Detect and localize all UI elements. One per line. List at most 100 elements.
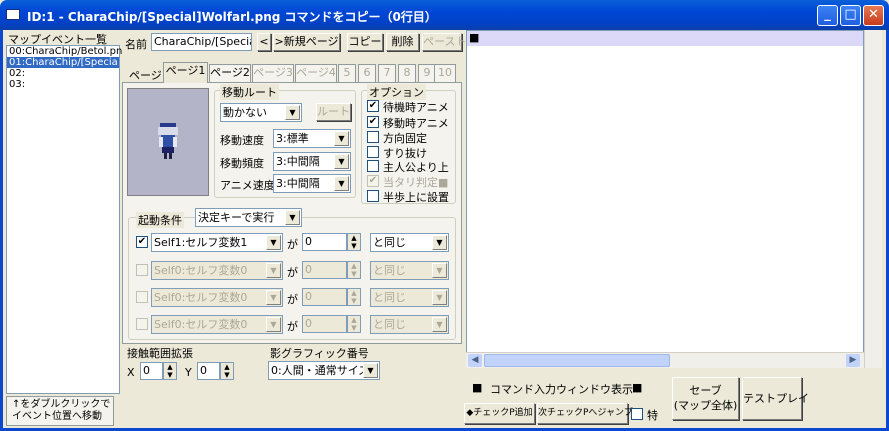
- anim-speed-select[interactable]: 3:中間隔 ▼: [273, 174, 351, 193]
- save-button[interactable]: セーブ (マップ全体): [672, 377, 739, 420]
- paste-page-button[interactable]: ペースト: [422, 33, 466, 51]
- chevron-down-icon: ▼: [334, 154, 349, 169]
- route-button[interactable]: ルート: [316, 103, 351, 121]
- name-label: 名前: [125, 38, 147, 51]
- condition-op-select-2[interactable]: と同じ ▼: [370, 288, 449, 307]
- move-freq-select[interactable]: 3:中間隔 ▼: [273, 152, 351, 171]
- tab-page-8[interactable]: 8: [398, 64, 416, 82]
- minimize-button[interactable]: _: [817, 5, 838, 26]
- spin-icon[interactable]: ▲ ▼: [347, 288, 361, 306]
- tab-page-6[interactable]: 6: [358, 64, 376, 82]
- name-input[interactable]: CharaChip/[Special]': [151, 33, 252, 51]
- event-list[interactable]: 00:CharaChip/Betol.pn 01:CharaChip/[Spec…: [6, 45, 122, 394]
- option-label-0: 待機時アニメ: [383, 101, 449, 114]
- event-item-0[interactable]: 00:CharaChip/Betol.pn: [7, 46, 122, 57]
- tab-page-5[interactable]: 5: [338, 64, 356, 82]
- chevron-down-icon: ▼: [432, 235, 447, 250]
- tab-page-1[interactable]: ページ1: [163, 62, 208, 83]
- chevron-down-icon: ▼: [432, 317, 447, 332]
- app-icon: [6, 9, 20, 20]
- save-button-line2: (マップ全体): [673, 399, 738, 412]
- options-title: オプション: [367, 84, 426, 100]
- tab-page-7[interactable]: 7: [378, 64, 396, 82]
- contact-y-label: Y: [185, 366, 192, 379]
- condition-var-1: Self0:セルフ変数0: [154, 264, 248, 277]
- contact-y-input[interactable]: 0: [197, 362, 220, 380]
- test-play-button[interactable]: テストプレイ: [742, 377, 809, 420]
- command-row-0[interactable]: ■: [467, 31, 863, 46]
- input-window-label[interactable]: コマンド入力ウィンドウ表示: [490, 381, 633, 397]
- condition-ga-3: が: [287, 320, 298, 333]
- condition-value-0[interactable]: 0: [302, 233, 347, 251]
- special-checkbox[interactable]: [631, 408, 643, 420]
- trigger-value: 決定キーで実行: [198, 211, 275, 224]
- chevron-down-icon: ▼: [266, 290, 281, 305]
- option-checkbox-1[interactable]: ✔: [367, 116, 379, 128]
- option-checkbox-0[interactable]: ✔: [367, 100, 379, 112]
- condition-value-1[interactable]: 0: [302, 261, 347, 279]
- copy-page-button[interactable]: コピー: [347, 33, 383, 51]
- option-label-6: 半歩上に設置: [383, 191, 449, 204]
- option-label-5: 当タリ判定■: [383, 176, 449, 189]
- tab-page-4[interactable]: ページ4: [295, 64, 337, 82]
- spin-icon[interactable]: ▲ ▼: [347, 233, 361, 251]
- condition-checkbox-3[interactable]: [136, 318, 148, 330]
- tab-page-3[interactable]: ページ3: [252, 64, 294, 82]
- tab-page-2[interactable]: ページ2: [209, 64, 251, 82]
- option-checkbox-2[interactable]: [367, 131, 379, 143]
- move-speed-select[interactable]: 3:標準 ▼: [273, 129, 351, 148]
- condition-op-select-0[interactable]: と同じ ▼: [370, 233, 449, 252]
- option-checkbox-5[interactable]: ✔: [367, 175, 379, 187]
- option-label-1: 移動時アニメ: [383, 117, 449, 130]
- condition-var-3: Self0:セルフ変数0: [154, 318, 248, 331]
- character-graphic[interactable]: [127, 88, 209, 196]
- option-checkbox-4[interactable]: [367, 160, 379, 172]
- chevron-down-icon: ▼: [285, 105, 300, 120]
- delete-page-button[interactable]: 削除: [386, 33, 419, 51]
- condition-checkbox-2[interactable]: [136, 291, 148, 303]
- event-item-1[interactable]: 01:CharaChip/[Specia: [7, 57, 119, 68]
- condition-var-select-3[interactable]: Self0:セルフ変数0 ▼: [151, 315, 283, 334]
- movement-type-select[interactable]: 動かない ▼: [220, 103, 302, 122]
- event-item-3[interactable]: 03:: [7, 79, 119, 90]
- command-list[interactable]: ■: [466, 30, 864, 368]
- condition-var-select-1[interactable]: Self0:セルフ変数0 ▼: [151, 261, 283, 280]
- condition-value-2[interactable]: 0: [302, 288, 347, 306]
- tab-page-10[interactable]: 10: [434, 64, 456, 82]
- special-label: 特: [647, 409, 658, 422]
- close-button[interactable]: ✕: [863, 5, 884, 26]
- add-check-point-button[interactable]: ◆チェックP追加: [464, 403, 535, 424]
- spin-icon[interactable]: ▲ ▼: [220, 362, 234, 380]
- option-label-2: 方向固定: [383, 132, 427, 145]
- event-item-2[interactable]: 02:: [7, 68, 119, 79]
- scroll-left-icon[interactable]: ◀: [468, 354, 482, 367]
- condition-checkbox-0[interactable]: ✔: [136, 236, 148, 248]
- next-check-point-button[interactable]: 次チェックPへジャンプ: [537, 403, 633, 424]
- spin-icon[interactable]: ▲ ▼: [347, 315, 361, 333]
- shadow-select[interactable]: 0:人間・通常サイズ ▼: [268, 361, 380, 380]
- new-page-button[interactable]: >新規ページ: [273, 33, 340, 51]
- condition-op-select-3[interactable]: と同じ ▼: [370, 315, 449, 334]
- chevron-down-icon: ▼: [334, 131, 349, 146]
- condition-checkbox-1[interactable]: [136, 264, 148, 276]
- option-checkbox-6[interactable]: [367, 190, 379, 202]
- condition-op-1: と同じ: [373, 264, 406, 277]
- prev-page-button[interactable]: <: [257, 33, 271, 51]
- contact-x-input[interactable]: 0: [140, 362, 163, 380]
- condition-var-select-2[interactable]: Self0:セルフ変数0 ▼: [151, 288, 283, 307]
- vertical-scrollbar[interactable]: [864, 30, 882, 368]
- condition-ga-0: が: [287, 238, 298, 251]
- option-label-4: 主人公より上: [383, 161, 449, 174]
- condition-var-select-0[interactable]: Self1:セルフ変数1 ▼: [151, 233, 283, 252]
- maximize-button[interactable]: □: [840, 5, 861, 26]
- condition-value-3[interactable]: 0: [302, 315, 347, 333]
- spin-icon[interactable]: ▲ ▼: [163, 362, 177, 380]
- movement-title: 移動ルート: [220, 84, 279, 100]
- spin-icon[interactable]: ▲ ▼: [347, 261, 361, 279]
- trigger-select[interactable]: 決定キーで実行 ▼: [195, 208, 302, 227]
- condition-op-select-1[interactable]: と同じ ▼: [370, 261, 449, 280]
- horizontal-scrollbar[interactable]: ◀ ▶: [466, 352, 864, 368]
- scroll-right-icon[interactable]: ▶: [846, 354, 860, 367]
- scroll-thumb[interactable]: [484, 354, 670, 367]
- option-checkbox-3[interactable]: [367, 146, 379, 158]
